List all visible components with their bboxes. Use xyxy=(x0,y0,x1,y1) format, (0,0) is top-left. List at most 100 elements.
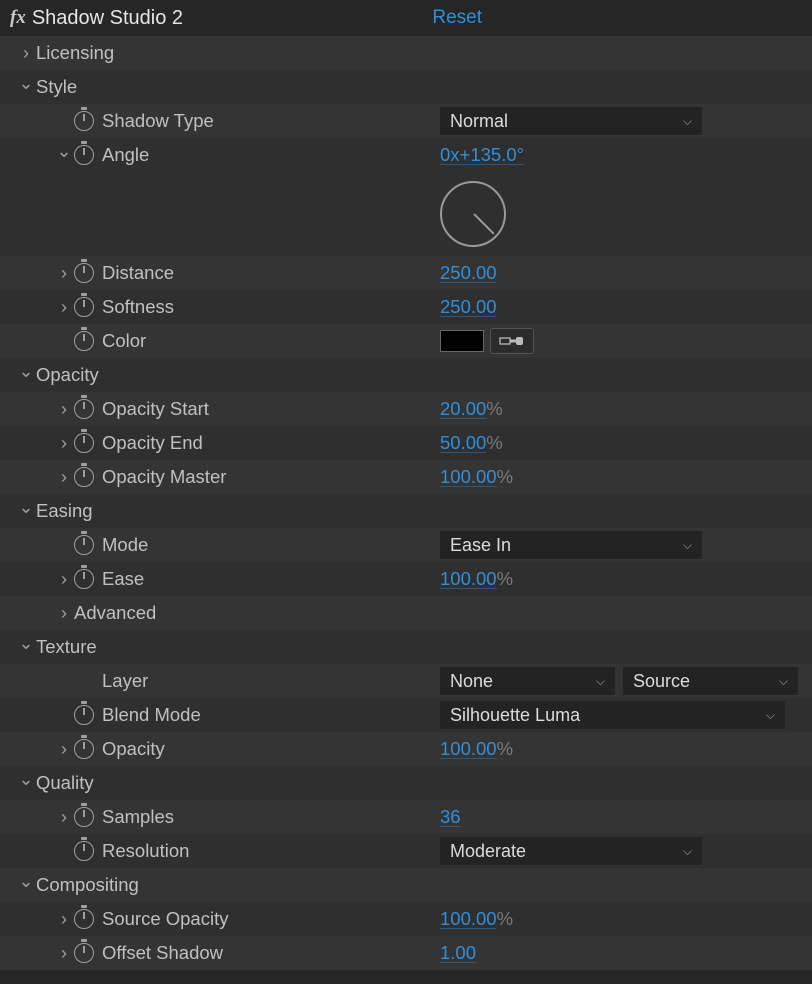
prop-offset-shadow: Offset Shadow 1.00 xyxy=(0,936,812,970)
chevron-down-icon: ⌵ xyxy=(683,538,692,553)
opacity-start-label: Opacity Start xyxy=(102,398,209,420)
eyedropper-button[interactable] xyxy=(490,328,534,354)
stopwatch-icon[interactable] xyxy=(74,943,94,963)
color-label: Color xyxy=(102,330,146,352)
chevron-down-icon[interactable] xyxy=(18,77,34,98)
stopwatch-icon[interactable] xyxy=(74,841,94,861)
stopwatch-icon[interactable] xyxy=(74,535,94,555)
chevron-down-icon[interactable] xyxy=(18,875,34,896)
softness-value[interactable]: 250.00 xyxy=(440,296,497,318)
angle-dial[interactable] xyxy=(440,181,506,247)
texture-opacity-value[interactable]: 100.00 xyxy=(440,738,497,760)
source-opacity-value[interactable]: 100.00 xyxy=(440,908,497,930)
chevron-down-icon[interactable] xyxy=(18,365,34,386)
chevron-down-icon: ⌵ xyxy=(596,674,605,689)
prop-samples: Samples 36 xyxy=(0,800,812,834)
chevron-right-icon[interactable] xyxy=(56,569,72,590)
shadow-type-dropdown[interactable]: Normal ⌵ xyxy=(440,107,702,135)
stopwatch-icon[interactable] xyxy=(74,111,94,131)
dial-hand xyxy=(473,213,494,234)
effect-header: fx Shadow Studio 2 Reset xyxy=(0,0,812,36)
layer-dropdown[interactable]: None ⌵ xyxy=(440,667,615,695)
prop-shadow-type: Shadow Type Normal ⌵ xyxy=(0,104,812,138)
style-label: Style xyxy=(36,76,77,98)
chevron-right-icon[interactable] xyxy=(56,807,72,828)
prop-texture-opacity: Opacity 100.00% xyxy=(0,732,812,766)
prop-opacity-master: Opacity Master 100.00% xyxy=(0,460,812,494)
chevron-down-icon: ⌵ xyxy=(766,708,775,723)
texture-opacity-label: Opacity xyxy=(102,738,165,760)
prop-opacity-end: Opacity End 50.00% xyxy=(0,426,812,460)
chevron-right-icon[interactable] xyxy=(56,297,72,318)
chevron-down-icon: ⌵ xyxy=(683,844,692,859)
prop-angle: Angle 0x+135.0° xyxy=(0,138,812,172)
stopwatch-icon[interactable] xyxy=(74,433,94,453)
prop-source-opacity: Source Opacity 100.00% xyxy=(0,902,812,936)
chevron-down-icon[interactable] xyxy=(18,773,34,794)
stopwatch-icon[interactable] xyxy=(74,569,94,589)
chevron-right-icon[interactable] xyxy=(18,43,34,64)
chevron-right-icon[interactable] xyxy=(56,399,72,420)
stopwatch-icon[interactable] xyxy=(74,145,94,165)
effect-panel: fx Shadow Studio 2 Reset Licensing Style… xyxy=(0,0,812,970)
chevron-right-icon[interactable] xyxy=(56,263,72,284)
stopwatch-icon[interactable] xyxy=(74,467,94,487)
opacity-end-label: Opacity End xyxy=(102,432,203,454)
prop-resolution: Resolution Moderate ⌵ xyxy=(0,834,812,868)
resolution-dropdown[interactable]: Moderate ⌵ xyxy=(440,837,702,865)
prop-color: Color xyxy=(0,324,812,358)
stopwatch-icon[interactable] xyxy=(74,331,94,351)
group-advanced[interactable]: Advanced xyxy=(0,596,812,630)
easing-mode-dropdown[interactable]: Ease In ⌵ xyxy=(440,531,702,559)
blend-mode-label: Blend Mode xyxy=(102,704,201,726)
layer-source-dropdown[interactable]: Source ⌵ xyxy=(623,667,798,695)
prop-easing-mode: Mode Ease In ⌵ xyxy=(0,528,812,562)
licensing-label: Licensing xyxy=(36,42,114,64)
stopwatch-icon[interactable] xyxy=(74,399,94,419)
stopwatch-icon[interactable] xyxy=(74,807,94,827)
samples-value[interactable]: 36 xyxy=(440,806,461,828)
advanced-label: Advanced xyxy=(74,602,156,624)
prop-layer: Layer None ⌵ Source ⌵ xyxy=(0,664,812,698)
chevron-right-icon[interactable] xyxy=(56,603,72,624)
stopwatch-icon[interactable] xyxy=(74,909,94,929)
chevron-right-icon[interactable] xyxy=(56,433,72,454)
prop-softness: Softness 250.00 xyxy=(0,290,812,324)
stopwatch-icon[interactable] xyxy=(74,739,94,759)
stopwatch-icon[interactable] xyxy=(74,705,94,725)
opacity-start-value[interactable]: 20.00 xyxy=(440,398,486,420)
distance-value[interactable]: 250.00 xyxy=(440,262,497,284)
angle-value[interactable]: +135.0° xyxy=(460,144,525,166)
opacity-end-value[interactable]: 50.00 xyxy=(440,432,486,454)
stopwatch-icon[interactable] xyxy=(74,297,94,317)
chevron-down-icon: ⌵ xyxy=(779,674,788,689)
texture-group-label: Texture xyxy=(36,636,97,658)
prop-opacity-start: Opacity Start 20.00% xyxy=(0,392,812,426)
chevron-down-icon[interactable] xyxy=(18,637,34,658)
offset-shadow-value[interactable]: 1.00 xyxy=(440,942,476,964)
ease-value[interactable]: 100.00 xyxy=(440,568,497,590)
group-texture[interactable]: Texture xyxy=(0,630,812,664)
chevron-right-icon[interactable] xyxy=(56,467,72,488)
color-swatch[interactable] xyxy=(440,330,484,352)
group-style[interactable]: Style xyxy=(0,70,812,104)
chevron-down-icon[interactable] xyxy=(56,145,72,166)
angle-rev-value[interactable]: 0x xyxy=(440,144,460,166)
chevron-right-icon[interactable] xyxy=(56,909,72,930)
group-compositing[interactable]: Compositing xyxy=(0,868,812,902)
chevron-right-icon[interactable] xyxy=(56,739,72,760)
stopwatch-icon[interactable] xyxy=(74,263,94,283)
reset-button[interactable]: Reset xyxy=(432,7,482,29)
source-opacity-label: Source Opacity xyxy=(102,908,228,930)
group-easing[interactable]: Easing xyxy=(0,494,812,528)
opacity-master-value[interactable]: 100.00 xyxy=(440,466,497,488)
group-licensing[interactable]: Licensing xyxy=(0,36,812,70)
chevron-down-icon[interactable] xyxy=(18,501,34,522)
group-opacity[interactable]: Opacity xyxy=(0,358,812,392)
fx-icon: fx xyxy=(10,7,26,29)
chevron-right-icon[interactable] xyxy=(56,943,72,964)
blend-mode-dropdown[interactable]: Silhouette Luma ⌵ xyxy=(440,701,785,729)
compositing-group-label: Compositing xyxy=(36,874,139,896)
chevron-down-icon: ⌵ xyxy=(683,114,692,129)
group-quality[interactable]: Quality xyxy=(0,766,812,800)
